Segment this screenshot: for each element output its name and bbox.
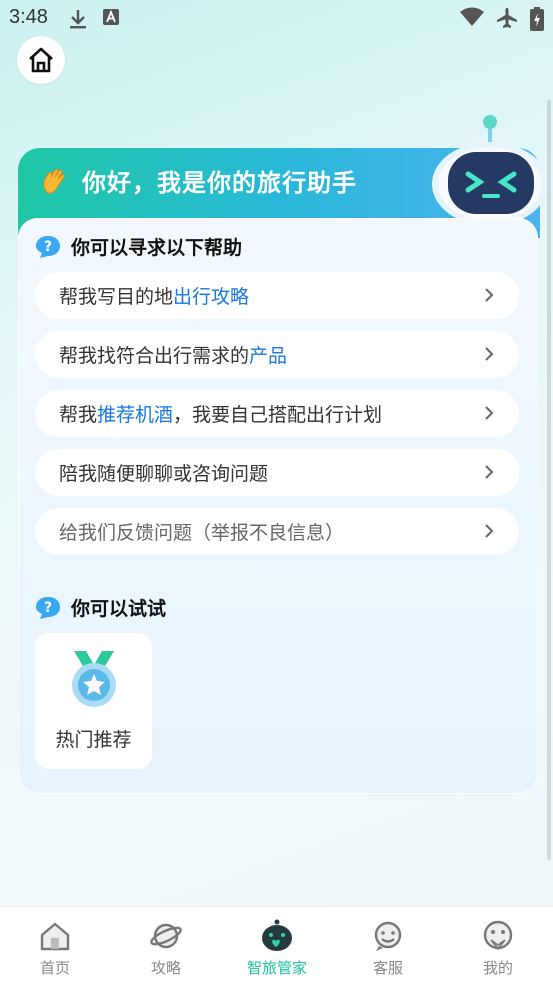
nav-label-support: 客服 xyxy=(372,959,403,977)
chevron-right-icon xyxy=(485,288,494,302)
try-section-title-text: 你可以试试 xyxy=(71,598,167,620)
robot-icon xyxy=(262,919,292,951)
airplane-mode-icon xyxy=(497,8,517,28)
help-item-travel-guide[interactable]: 帮我写目的地 出行攻略 xyxy=(35,272,519,319)
chevron-right-icon xyxy=(485,465,494,479)
svg-text:?: ? xyxy=(44,600,52,616)
help-item-prefix: 帮我找符合出行需求的 xyxy=(59,345,250,367)
nav-label-guide: 攻略 xyxy=(150,959,181,977)
nav-label-assistant: 智旅管家 xyxy=(246,959,307,977)
greeting-text: 你好，我是你的旅行助手 xyxy=(82,169,357,197)
help-item-flight-hotel[interactable]: 帮我 推荐机酒 ，我要自己搭配出行计划 xyxy=(35,390,519,437)
home-button[interactable] xyxy=(17,36,65,84)
nav-label-profile: 我的 xyxy=(482,959,513,977)
home-icon xyxy=(40,922,70,951)
nav-item-support[interactable]: 客服 xyxy=(333,907,443,984)
home-outline-icon xyxy=(29,47,53,73)
help-section-title-text: 你可以寻求以下帮助 xyxy=(71,237,243,259)
status-time: 3:48 xyxy=(9,6,48,28)
nav-item-home[interactable]: 首页 xyxy=(0,907,110,984)
scrollbar[interactable] xyxy=(547,100,551,860)
nav-item-assistant[interactable]: 智旅管家 xyxy=(222,907,332,984)
support-icon xyxy=(374,921,402,951)
help-item-highlight: 产品 xyxy=(249,345,288,367)
nav-item-guide[interactable]: 攻略 xyxy=(111,907,221,984)
chevron-right-icon xyxy=(485,524,494,538)
help-section-title: ? 你可以寻求以下帮助 xyxy=(35,233,242,260)
help-item-prefix: 帮我 xyxy=(59,404,98,426)
text-a-icon xyxy=(103,9,119,25)
try-card-label: 热门推荐 xyxy=(55,729,132,751)
help-item-highlight: 推荐机酒 xyxy=(97,404,174,426)
bottom-nav: 首页 攻略 智旅管家 客服 我的 xyxy=(0,906,553,984)
nav-item-profile[interactable]: 我的 xyxy=(443,907,553,984)
help-item-highlight: 出行攻略 xyxy=(173,286,250,308)
help-item-find-products[interactable]: 帮我找符合出行需求的 产品 xyxy=(35,331,519,378)
status-bar: 3:48 xyxy=(0,0,553,38)
profile-icon xyxy=(483,920,513,951)
download-icon xyxy=(70,10,86,29)
help-item-feedback[interactable]: 给我们反馈问题（举报不良信息） xyxy=(35,508,519,555)
battery-icon xyxy=(530,7,544,31)
robot-assistant-icon xyxy=(432,115,548,224)
try-section-title: ? 你可以试试 xyxy=(35,594,166,621)
question-bubble-icon: ? xyxy=(36,596,60,619)
chevron-right-icon xyxy=(485,347,494,361)
help-item-prefix: 给我们反馈问题（举报不良信息） xyxy=(59,522,345,544)
wifi-icon xyxy=(460,7,484,26)
question-bubble-icon: ? xyxy=(36,235,60,258)
help-item-prefix: 帮我写目的地 xyxy=(59,286,174,308)
planet-icon xyxy=(150,923,182,949)
waving-hand-icon xyxy=(43,168,65,194)
nav-label-home: 首页 xyxy=(39,959,70,977)
chevron-right-icon xyxy=(485,406,494,420)
help-item-prefix: 陪我随便聊聊或咨询问题 xyxy=(59,463,269,485)
medal-icon xyxy=(72,651,116,707)
try-card-hot-recommend[interactable]: 热门推荐 xyxy=(35,633,152,769)
help-item-suffix: ，我要自己搭配出行计划 xyxy=(173,404,383,426)
svg-text:?: ? xyxy=(44,239,52,255)
help-item-chat[interactable]: 陪我随便聊聊或咨询问题 xyxy=(35,449,519,496)
